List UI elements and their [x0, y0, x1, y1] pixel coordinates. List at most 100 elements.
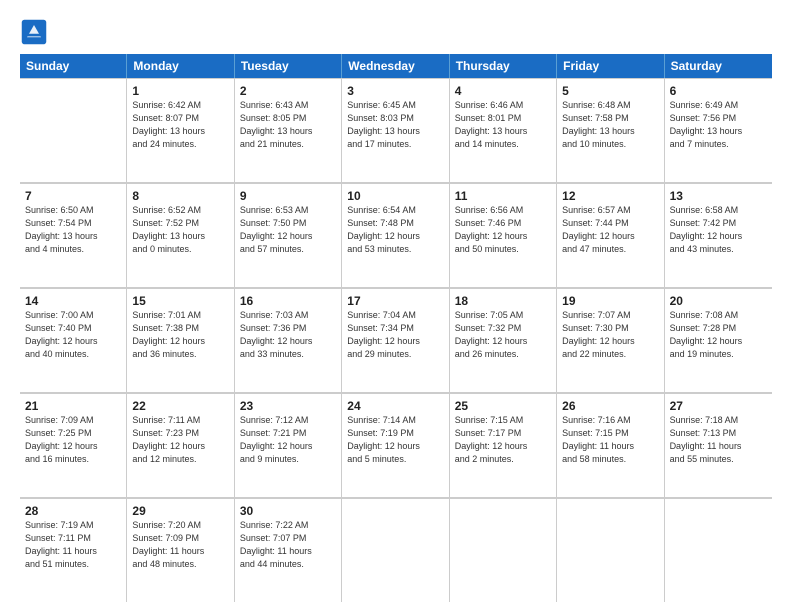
cal-cell-26: 26Sunrise: 7:16 AM Sunset: 7:15 PM Dayli…	[557, 393, 664, 497]
day-info: Sunrise: 7:00 AM Sunset: 7:40 PM Dayligh…	[25, 310, 98, 358]
cal-header-sunday: Sunday	[20, 54, 127, 78]
day-number: 21	[25, 398, 121, 414]
day-info: Sunrise: 7:19 AM Sunset: 7:11 PM Dayligh…	[25, 520, 97, 568]
day-number: 27	[670, 398, 767, 414]
day-info: Sunrise: 6:57 AM Sunset: 7:44 PM Dayligh…	[562, 205, 635, 253]
day-number: 22	[132, 398, 228, 414]
cal-cell-empty	[450, 498, 557, 602]
day-number: 12	[562, 188, 658, 204]
cal-row-3: 21Sunrise: 7:09 AM Sunset: 7:25 PM Dayli…	[20, 393, 772, 498]
day-info: Sunrise: 6:42 AM Sunset: 8:07 PM Dayligh…	[132, 100, 205, 148]
calendar: SundayMondayTuesdayWednesdayThursdayFrid…	[20, 54, 772, 602]
cal-cell-5: 5Sunrise: 6:48 AM Sunset: 7:58 PM Daylig…	[557, 78, 664, 182]
day-number: 25	[455, 398, 551, 414]
cal-cell-18: 18Sunrise: 7:05 AM Sunset: 7:32 PM Dayli…	[450, 288, 557, 392]
day-info: Sunrise: 6:53 AM Sunset: 7:50 PM Dayligh…	[240, 205, 313, 253]
day-number: 15	[132, 293, 228, 309]
day-info: Sunrise: 7:12 AM Sunset: 7:21 PM Dayligh…	[240, 415, 313, 463]
calendar-body: 1Sunrise: 6:42 AM Sunset: 8:07 PM Daylig…	[20, 78, 772, 602]
calendar-header: SundayMondayTuesdayWednesdayThursdayFrid…	[20, 54, 772, 78]
logo-icon	[20, 18, 48, 46]
cal-row-1: 7Sunrise: 6:50 AM Sunset: 7:54 PM Daylig…	[20, 183, 772, 288]
cal-cell-27: 27Sunrise: 7:18 AM Sunset: 7:13 PM Dayli…	[665, 393, 772, 497]
day-info: Sunrise: 6:54 AM Sunset: 7:48 PM Dayligh…	[347, 205, 420, 253]
day-info: Sunrise: 7:14 AM Sunset: 7:19 PM Dayligh…	[347, 415, 420, 463]
cal-row-2: 14Sunrise: 7:00 AM Sunset: 7:40 PM Dayli…	[20, 288, 772, 393]
day-info: Sunrise: 6:49 AM Sunset: 7:56 PM Dayligh…	[670, 100, 743, 148]
cal-cell-10: 10Sunrise: 6:54 AM Sunset: 7:48 PM Dayli…	[342, 183, 449, 287]
day-number: 11	[455, 188, 551, 204]
cal-cell-1: 1Sunrise: 6:42 AM Sunset: 8:07 PM Daylig…	[127, 78, 234, 182]
day-info: Sunrise: 6:48 AM Sunset: 7:58 PM Dayligh…	[562, 100, 635, 148]
cal-cell-21: 21Sunrise: 7:09 AM Sunset: 7:25 PM Dayli…	[20, 393, 127, 497]
day-number: 5	[562, 83, 658, 99]
cal-cell-empty	[665, 498, 772, 602]
cal-cell-13: 13Sunrise: 6:58 AM Sunset: 7:42 PM Dayli…	[665, 183, 772, 287]
cal-header-wednesday: Wednesday	[342, 54, 449, 78]
cal-header-thursday: Thursday	[450, 54, 557, 78]
day-number: 14	[25, 293, 121, 309]
cal-cell-23: 23Sunrise: 7:12 AM Sunset: 7:21 PM Dayli…	[235, 393, 342, 497]
cal-cell-16: 16Sunrise: 7:03 AM Sunset: 7:36 PM Dayli…	[235, 288, 342, 392]
day-info: Sunrise: 7:07 AM Sunset: 7:30 PM Dayligh…	[562, 310, 635, 358]
day-number: 28	[25, 503, 121, 519]
day-info: Sunrise: 7:03 AM Sunset: 7:36 PM Dayligh…	[240, 310, 313, 358]
cal-cell-17: 17Sunrise: 7:04 AM Sunset: 7:34 PM Dayli…	[342, 288, 449, 392]
day-number: 16	[240, 293, 336, 309]
cal-row-4: 28Sunrise: 7:19 AM Sunset: 7:11 PM Dayli…	[20, 498, 772, 602]
day-info: Sunrise: 7:08 AM Sunset: 7:28 PM Dayligh…	[670, 310, 743, 358]
cal-header-saturday: Saturday	[665, 54, 772, 78]
cal-cell-15: 15Sunrise: 7:01 AM Sunset: 7:38 PM Dayli…	[127, 288, 234, 392]
cal-cell-9: 9Sunrise: 6:53 AM Sunset: 7:50 PM Daylig…	[235, 183, 342, 287]
cal-cell-19: 19Sunrise: 7:07 AM Sunset: 7:30 PM Dayli…	[557, 288, 664, 392]
cal-cell-29: 29Sunrise: 7:20 AM Sunset: 7:09 PM Dayli…	[127, 498, 234, 602]
day-info: Sunrise: 7:09 AM Sunset: 7:25 PM Dayligh…	[25, 415, 98, 463]
day-info: Sunrise: 6:46 AM Sunset: 8:01 PM Dayligh…	[455, 100, 528, 148]
day-info: Sunrise: 7:04 AM Sunset: 7:34 PM Dayligh…	[347, 310, 420, 358]
day-number: 20	[670, 293, 767, 309]
day-number: 7	[25, 188, 121, 204]
cal-cell-empty	[20, 78, 127, 182]
day-number: 2	[240, 83, 336, 99]
day-info: Sunrise: 7:11 AM Sunset: 7:23 PM Dayligh…	[132, 415, 205, 463]
day-number: 1	[132, 83, 228, 99]
cal-cell-22: 22Sunrise: 7:11 AM Sunset: 7:23 PM Dayli…	[127, 393, 234, 497]
day-number: 17	[347, 293, 443, 309]
day-number: 26	[562, 398, 658, 414]
day-info: Sunrise: 6:58 AM Sunset: 7:42 PM Dayligh…	[670, 205, 743, 253]
day-number: 10	[347, 188, 443, 204]
day-number: 6	[670, 83, 767, 99]
day-info: Sunrise: 7:22 AM Sunset: 7:07 PM Dayligh…	[240, 520, 312, 568]
day-info: Sunrise: 7:16 AM Sunset: 7:15 PM Dayligh…	[562, 415, 634, 463]
cal-cell-6: 6Sunrise: 6:49 AM Sunset: 7:56 PM Daylig…	[665, 78, 772, 182]
cal-cell-empty	[557, 498, 664, 602]
cal-row-0: 1Sunrise: 6:42 AM Sunset: 8:07 PM Daylig…	[20, 78, 772, 183]
day-number: 4	[455, 83, 551, 99]
day-number: 19	[562, 293, 658, 309]
day-info: Sunrise: 7:18 AM Sunset: 7:13 PM Dayligh…	[670, 415, 742, 463]
day-number: 18	[455, 293, 551, 309]
day-number: 29	[132, 503, 228, 519]
day-info: Sunrise: 6:56 AM Sunset: 7:46 PM Dayligh…	[455, 205, 528, 253]
cal-cell-2: 2Sunrise: 6:43 AM Sunset: 8:05 PM Daylig…	[235, 78, 342, 182]
cal-cell-20: 20Sunrise: 7:08 AM Sunset: 7:28 PM Dayli…	[665, 288, 772, 392]
cal-cell-30: 30Sunrise: 7:22 AM Sunset: 7:07 PM Dayli…	[235, 498, 342, 602]
cal-cell-8: 8Sunrise: 6:52 AM Sunset: 7:52 PM Daylig…	[127, 183, 234, 287]
cal-cell-14: 14Sunrise: 7:00 AM Sunset: 7:40 PM Dayli…	[20, 288, 127, 392]
day-info: Sunrise: 6:45 AM Sunset: 8:03 PM Dayligh…	[347, 100, 420, 148]
day-number: 3	[347, 83, 443, 99]
day-info: Sunrise: 7:05 AM Sunset: 7:32 PM Dayligh…	[455, 310, 528, 358]
cal-cell-25: 25Sunrise: 7:15 AM Sunset: 7:17 PM Dayli…	[450, 393, 557, 497]
day-info: Sunrise: 6:50 AM Sunset: 7:54 PM Dayligh…	[25, 205, 98, 253]
day-info: Sunrise: 7:01 AM Sunset: 7:38 PM Dayligh…	[132, 310, 205, 358]
day-number: 8	[132, 188, 228, 204]
cal-cell-empty	[342, 498, 449, 602]
cal-cell-12: 12Sunrise: 6:57 AM Sunset: 7:44 PM Dayli…	[557, 183, 664, 287]
day-number: 9	[240, 188, 336, 204]
logo	[20, 18, 52, 46]
day-info: Sunrise: 6:43 AM Sunset: 8:05 PM Dayligh…	[240, 100, 313, 148]
cal-cell-4: 4Sunrise: 6:46 AM Sunset: 8:01 PM Daylig…	[450, 78, 557, 182]
day-info: Sunrise: 6:52 AM Sunset: 7:52 PM Dayligh…	[132, 205, 205, 253]
cal-cell-24: 24Sunrise: 7:14 AM Sunset: 7:19 PM Dayli…	[342, 393, 449, 497]
cal-cell-28: 28Sunrise: 7:19 AM Sunset: 7:11 PM Dayli…	[20, 498, 127, 602]
